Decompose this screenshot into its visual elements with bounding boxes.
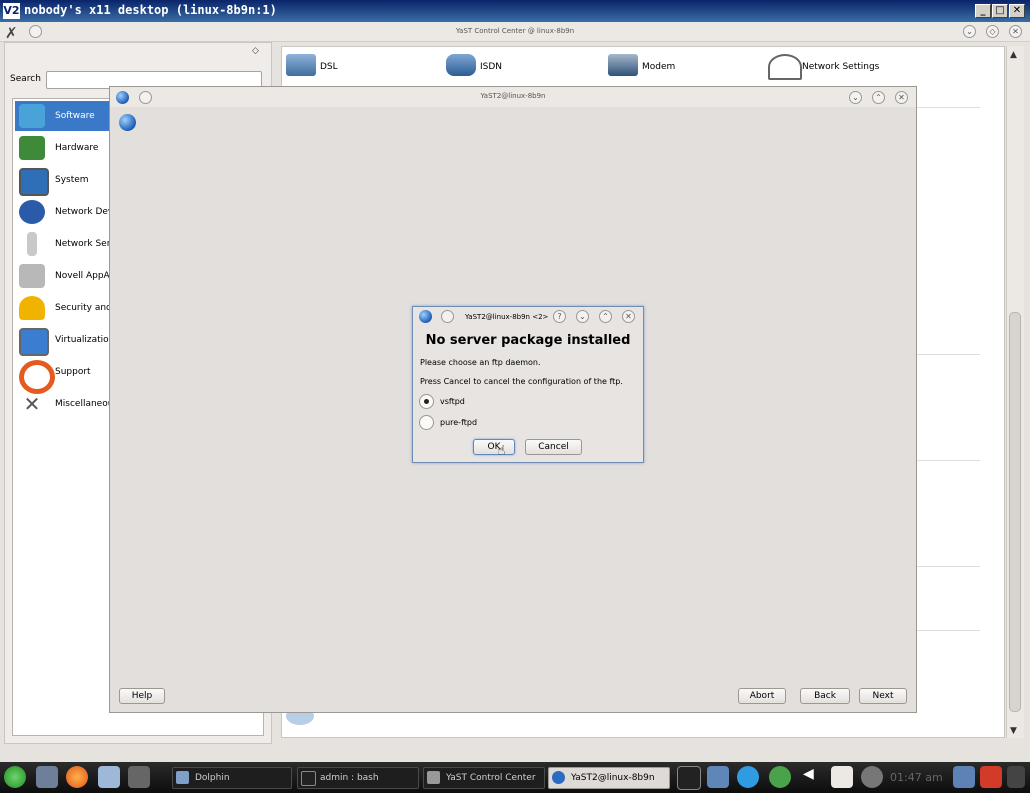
category-label: Network Serv — [55, 239, 116, 249]
dialog-minimize-button[interactable]: ⌄ — [576, 310, 589, 323]
modem-icon — [608, 54, 638, 76]
network-devices-icon — [19, 200, 45, 224]
vnc-window-title: nobody's x11 desktop (linux-8b9n:1) — [24, 3, 277, 17]
task-dolphin[interactable]: Dolphin — [172, 767, 292, 789]
dsl-icon — [286, 54, 316, 76]
task-label: YaST Control Center — [446, 773, 536, 783]
panel-options-icon[interactable]: ◇ — [252, 46, 259, 56]
task-label: YaST2@linux-8b9n — [571, 773, 655, 783]
search-label: Search — [10, 74, 41, 84]
task-yast2[interactable]: YaST2@linux-8b9n — [548, 767, 670, 789]
category-label: Network Dev — [55, 207, 114, 217]
help-button[interactable]: Help — [119, 688, 165, 704]
scrollbar-thumb[interactable] — [1009, 312, 1021, 712]
ok-button[interactable]: OK — [473, 439, 515, 455]
dialog-title: YaST2@linux-8b9n <2> — [465, 313, 549, 321]
module-label: Modem — [642, 62, 676, 72]
divider — [916, 460, 980, 461]
lock-screen-icon[interactable] — [953, 766, 975, 788]
novell-apparmor-icon — [19, 264, 45, 288]
cc-maximize-button[interactable]: ◇ — [986, 25, 999, 38]
module-label: ISDN — [480, 62, 503, 72]
dialog-maximize-button[interactable]: ⌃ — [599, 310, 612, 323]
updater-icon[interactable] — [737, 766, 759, 788]
category-label: Novell AppAr — [55, 271, 114, 281]
clipboard-icon[interactable] — [831, 766, 853, 788]
vsftpd-label: vsftpd — [440, 397, 465, 406]
volume-icon[interactable]: ◀ — [803, 766, 817, 788]
pager-icon[interactable] — [128, 766, 150, 788]
vnc-logo-icon: V2 — [3, 3, 20, 19]
task-admin-bash[interactable]: admin : bash — [297, 767, 419, 789]
scroll-up-arrow-icon[interactable]: ▲ — [1010, 50, 1017, 60]
next-button[interactable]: Next — [859, 688, 907, 704]
cc-minimize-button[interactable]: ⌄ — [963, 25, 976, 38]
virtualization-icon — [19, 328, 49, 356]
yast-module-globe-icon — [119, 114, 136, 131]
start-menu-icon[interactable] — [4, 766, 26, 788]
dialog-message: Please choose an ftp daemon. — [420, 358, 541, 367]
desktop-icon[interactable] — [36, 766, 58, 788]
yast2-close-button[interactable]: ✕ — [895, 91, 908, 104]
abort-button[interactable]: Abort — [738, 688, 786, 704]
yast2-minimize-button[interactable]: ⌄ — [849, 91, 862, 104]
logout-icon[interactable] — [980, 766, 1002, 788]
task-yast-control-center[interactable]: YaST Control Center — [423, 767, 545, 789]
divider — [916, 107, 980, 108]
divider — [916, 630, 980, 631]
category-label: Software — [55, 111, 95, 121]
category-label: Support — [55, 367, 91, 377]
vsftpd-radio[interactable] — [419, 394, 434, 409]
security-icon — [19, 296, 45, 320]
software-icon — [19, 104, 45, 128]
isdn-icon — [446, 54, 476, 76]
network-services-icon — [27, 232, 37, 256]
divider — [916, 354, 980, 355]
minimize-button[interactable]: _ — [975, 4, 991, 18]
dialog-globe-icon[interactable] — [419, 310, 432, 323]
task-label: admin : bash — [320, 773, 379, 783]
mouse-cursor-icon: ☝ — [497, 443, 506, 459]
file-manager-icon[interactable] — [98, 766, 120, 788]
category-label: Hardware — [55, 143, 99, 153]
clock: 01:47 am — [890, 771, 943, 784]
pure-ftpd-label: pure-ftpd — [440, 418, 478, 427]
hardware-icon — [19, 136, 45, 160]
taskbar: Dolphin admin : bash YaST Control Center… — [0, 762, 1030, 793]
dialog-close-button[interactable]: ✕ — [622, 310, 635, 323]
firefox-icon[interactable] — [66, 766, 88, 788]
cancel-button[interactable]: Cancel — [525, 439, 582, 455]
control-center-title: YaST Control Center @ linux-8b9n — [455, 27, 575, 35]
pure-ftpd-radio[interactable] — [419, 415, 434, 430]
task-label: Dolphin — [195, 773, 230, 783]
terminal-icon[interactable] — [677, 766, 701, 790]
category-label: System — [55, 175, 89, 185]
dialog-message: Press Cancel to cancel the configuration… — [420, 377, 623, 386]
scroll-down-arrow-icon[interactable]: ▼ — [1010, 726, 1017, 736]
category-label: Security and — [55, 303, 112, 313]
miscellaneous-icon: ✕ — [23, 392, 41, 416]
divider — [916, 566, 980, 567]
dialog-heading: No server package installed — [425, 333, 631, 348]
close-button[interactable]: ✕ — [1009, 4, 1025, 18]
show-desktop-icon[interactable] — [1007, 766, 1025, 788]
module-label: DSL — [320, 62, 338, 72]
network-settings-icon — [768, 54, 802, 80]
module-label: Network Settings — [802, 62, 880, 72]
dialog-menu-button[interactable] — [441, 310, 454, 323]
dialog-help-button[interactable]: ? — [553, 310, 566, 323]
cc-close-button[interactable]: ✕ — [1009, 25, 1022, 38]
back-button[interactable]: Back — [800, 688, 850, 704]
yast2-window-title: YaST2@linux-8b9n — [480, 92, 546, 100]
yast2-maximize-button[interactable]: ⌃ — [872, 91, 885, 104]
category-label: Virtualization — [55, 335, 115, 345]
info-icon[interactable] — [861, 766, 883, 788]
system-icon — [19, 168, 49, 196]
network-icon[interactable] — [707, 766, 729, 788]
maximize-button[interactable]: □ — [992, 4, 1008, 18]
suse-icon[interactable] — [769, 766, 791, 788]
